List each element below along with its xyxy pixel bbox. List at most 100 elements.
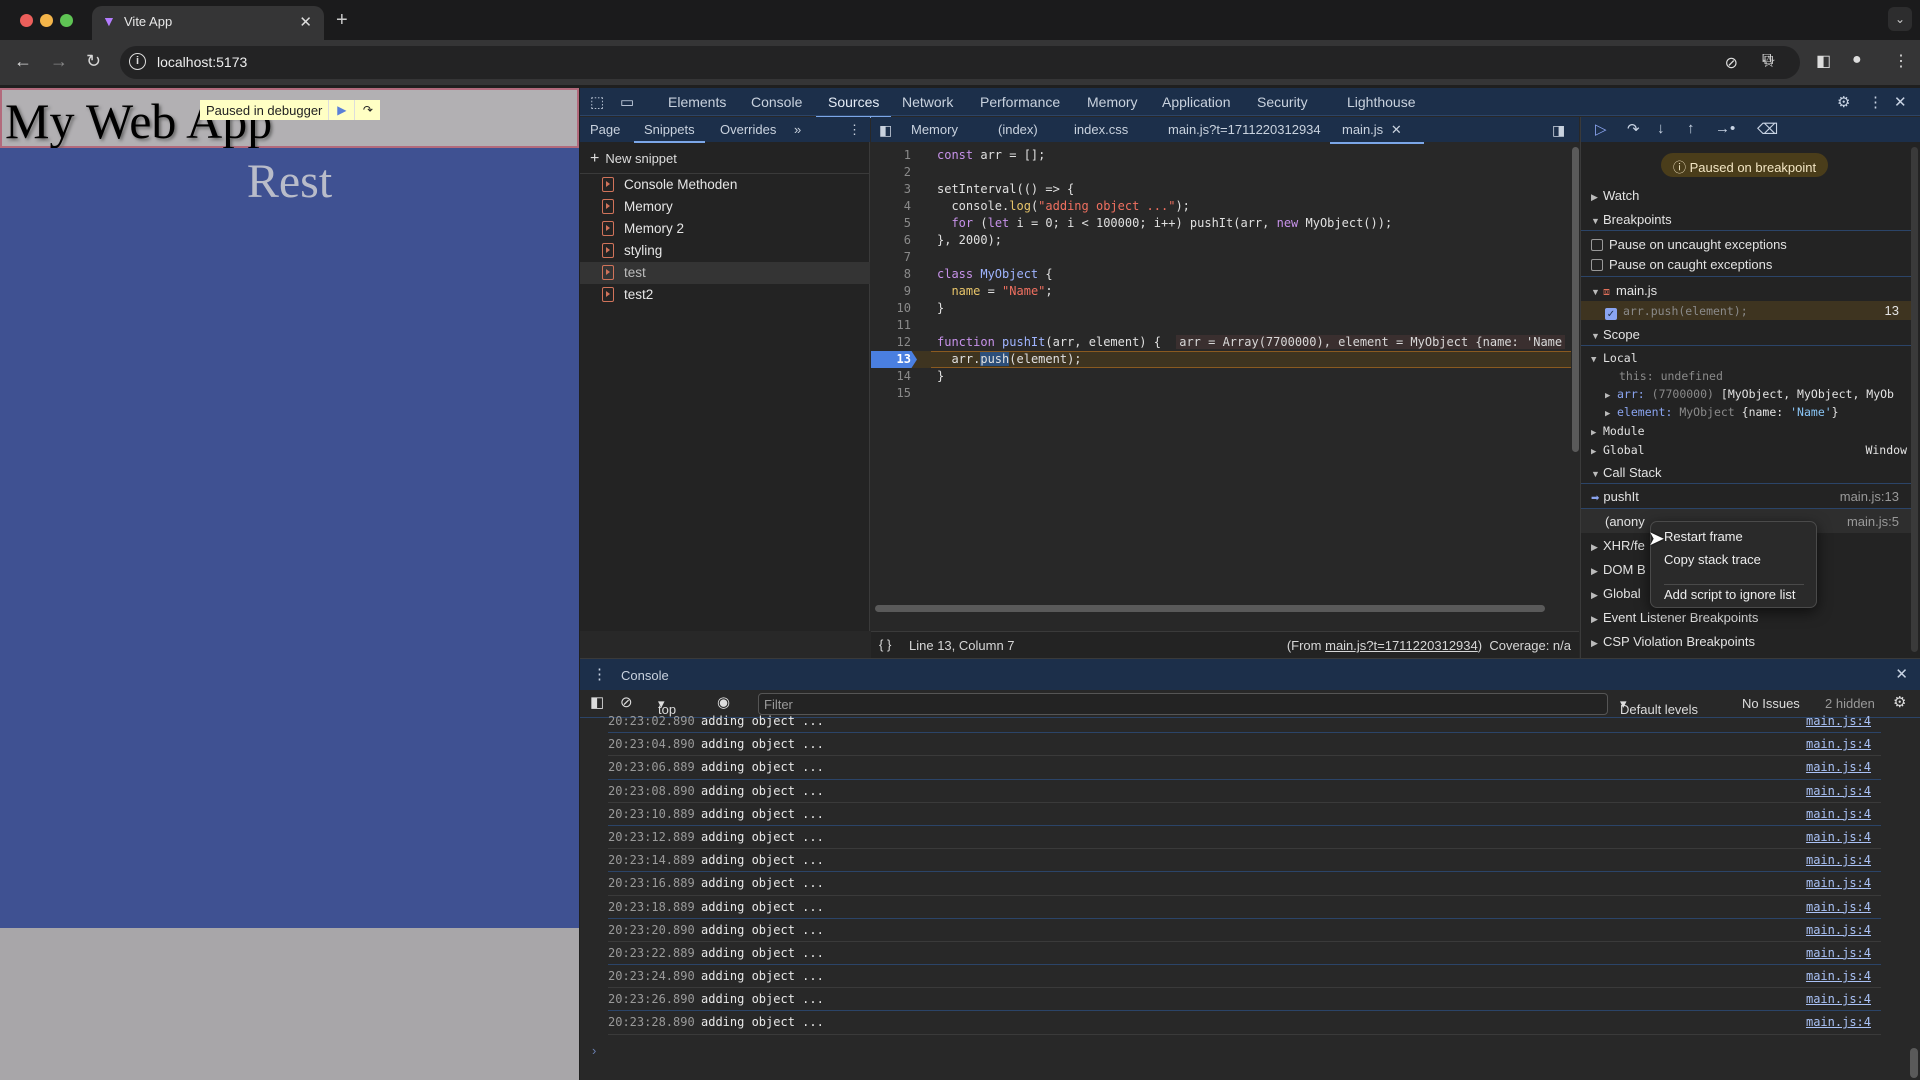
more-options-icon[interactable]: ⋮ (1868, 93, 1883, 111)
tab-sources[interactable]: Sources (815, 94, 892, 118)
scope-var-element[interactable]: ▶ element: MyObject {name: 'Name'} (1605, 405, 1839, 419)
settings-gear-icon[interactable]: ⚙ (1837, 93, 1850, 111)
scope-var-arr[interactable]: ▶ arr: (7700000) [MyObject, MyObject, MyO… (1605, 387, 1894, 401)
tab-memory[interactable]: Memory (1087, 94, 1138, 110)
xhr-breakpoints-section[interactable]: ▶ XHR/fe (1591, 538, 1645, 553)
new-tab-button[interactable]: + (336, 9, 348, 32)
back-button[interactable]: ← (14, 51, 32, 72)
editor-tab-index-css[interactable]: index.css (1074, 122, 1128, 137)
code-line[interactable]: 10} (871, 300, 1571, 317)
issues-button[interactable]: No Issues (1742, 696, 1800, 711)
scope-section[interactable]: ▼ Scope (1591, 327, 1640, 342)
log-source-link[interactable]: main.js:4 (1806, 784, 1871, 798)
deactivate-breakpoints-button[interactable]: ⌫ (1757, 120, 1778, 138)
snippet-item[interactable]: Console Methoden (580, 174, 870, 196)
step-over-button[interactable]: ↷ (1627, 120, 1640, 138)
browser-menu-icon[interactable]: ⋮ (1893, 51, 1909, 71)
log-source-link[interactable]: main.js:4 (1806, 714, 1871, 728)
editor-vertical-scrollbar[interactable] (1572, 147, 1579, 452)
code-line[interactable]: 7 (871, 249, 1571, 266)
live-expression-eye-icon[interactable]: ◉ (717, 693, 730, 711)
minimize-window-button[interactable] (40, 14, 53, 27)
snippet-item[interactable]: Memory (580, 196, 870, 218)
pause-caught-checkbox[interactable]: Pause on caught exceptions (1591, 257, 1772, 272)
toggle-debugger-icon[interactable]: ◨ (1552, 122, 1565, 139)
tab-snippets[interactable]: Snippets (634, 122, 705, 143)
tab-application[interactable]: Application (1162, 94, 1231, 110)
local-scope[interactable]: ▼ Local (1591, 351, 1638, 365)
step-button[interactable]: →• (1715, 120, 1735, 137)
breakpoint-line[interactable]: 13 arr.push(element); (871, 351, 1571, 368)
log-source-link[interactable]: main.js:4 (1806, 876, 1871, 890)
side-panel-icon[interactable]: ◧ (1816, 51, 1831, 71)
tab-overrides[interactable]: Overrides (720, 122, 776, 137)
code-line[interactable]: 1 const arr = []; (871, 147, 1571, 164)
snippet-item-selected[interactable]: test (580, 262, 870, 284)
forward-button[interactable]: → (50, 51, 68, 72)
inspect-element-icon[interactable]: ⬚ (590, 93, 604, 111)
url-text[interactable]: localhost:5173 (157, 54, 247, 70)
menu-item-restart-frame[interactable]: Restart frame (1664, 529, 1743, 544)
tab-network[interactable]: Network (902, 94, 953, 110)
log-source-link[interactable]: main.js:4 (1806, 923, 1871, 937)
browser-tab[interactable]: ▼ Vite App ✕ (92, 6, 324, 40)
tab-console[interactable]: Console (751, 94, 802, 110)
editor-tab-index[interactable]: (index) (998, 122, 1038, 137)
code-line[interactable]: 14} (871, 368, 1571, 385)
log-source-link[interactable]: main.js:4 (1806, 737, 1871, 751)
resume-icon[interactable]: ▶︎ (328, 100, 354, 120)
tab-elements[interactable]: Elements (668, 94, 726, 110)
log-source-link[interactable]: main.js:4 (1806, 946, 1871, 960)
debugger-scrollbar[interactable] (1911, 147, 1918, 652)
profile-avatar-icon[interactable]: ● (1852, 51, 1862, 69)
more-tabs-chevron-icon[interactable]: » (794, 122, 801, 137)
csp-violation-breakpoints-section[interactable]: ▶ CSP Violation Breakpoints (1591, 634, 1755, 649)
tracking-protection-icon[interactable]: ⊘ (1725, 53, 1738, 73)
breakpoint-marker[interactable]: 13 (871, 351, 917, 368)
close-devtools-icon[interactable]: ✕ (1894, 93, 1907, 111)
tab-performance[interactable]: Performance (980, 94, 1060, 110)
tab-console-drawer[interactable]: Console (611, 668, 681, 692)
tab-security[interactable]: Security (1257, 94, 1308, 110)
global-scope[interactable]: ▶ Global Window (1591, 443, 1911, 457)
step-over-icon[interactable]: ↷ (354, 100, 380, 120)
code-line[interactable]: 15 (871, 385, 1571, 402)
log-source-link[interactable]: main.js:4 (1806, 830, 1871, 844)
log-source-link[interactable]: main.js:4 (1806, 1015, 1871, 1029)
code-line[interactable]: 3 setInterval(() => { (871, 181, 1571, 198)
snippet-item[interactable]: styling (580, 240, 870, 262)
resume-button[interactable]: ▷ (1595, 120, 1607, 138)
breakpoint-file[interactable]: ▼ ⧈ main.js (1591, 283, 1657, 299)
pause-uncaught-checkbox[interactable]: Pause on uncaught exceptions (1591, 237, 1787, 252)
console-settings-icon[interactable]: ⚙ (1893, 693, 1906, 711)
log-source-link[interactable]: main.js:4 (1806, 992, 1871, 1006)
dom-breakpoints-section[interactable]: ▶ DOM B (1591, 562, 1646, 577)
snippet-item[interactable]: Memory 2 (580, 218, 870, 240)
new-snippet-button[interactable]: + New snippet (590, 150, 677, 168)
menu-item-copy-stack-trace[interactable]: Copy stack trace (1664, 552, 1761, 567)
pretty-print-icon[interactable]: { } (879, 637, 891, 652)
navigator-menu-icon[interactable]: ⋮ (848, 122, 861, 138)
tab-lighthouse[interactable]: Lighthouse (1347, 94, 1416, 110)
log-source-link[interactable]: main.js:4 (1806, 760, 1871, 774)
editor-tab-main-js[interactable]: main.js ✕ (1330, 122, 1424, 144)
log-source-link[interactable]: main.js:4 (1806, 900, 1871, 914)
call-stack-section[interactable]: ▼ Call Stack (1591, 465, 1662, 480)
code-line[interactable]: 9 name = "Name"; (871, 283, 1571, 300)
watch-section[interactable]: ▶ Watch (1591, 188, 1639, 203)
close-editor-tab-icon[interactable]: ✕ (1391, 122, 1402, 137)
code-line[interactable]: 8 class MyObject { (871, 266, 1571, 283)
drawer-menu-icon[interactable]: ⋮ (592, 665, 607, 683)
clear-console-icon[interactable]: ⊘ (620, 693, 633, 711)
device-toolbar-icon[interactable]: ▭ (620, 93, 634, 111)
console-scrollbar[interactable] (1910, 1048, 1918, 1078)
code-line[interactable]: 5 for (let i = 0; i < 100000; i++) pushI… (871, 215, 1571, 232)
close-window-button[interactable] (20, 14, 33, 27)
reload-button[interactable]: ↻ (86, 51, 101, 72)
code-line[interactable]: 6}, 2000); (871, 232, 1571, 249)
editor-tab-memory[interactable]: Memory (911, 122, 958, 137)
close-drawer-icon[interactable]: ✕ (1895, 665, 1908, 683)
global-listeners-section[interactable]: ▶ Global (1591, 586, 1641, 601)
source-origin-link[interactable]: main.js?t=1711220312934 (1325, 638, 1478, 653)
close-tab-icon[interactable]: ✕ (299, 13, 312, 31)
